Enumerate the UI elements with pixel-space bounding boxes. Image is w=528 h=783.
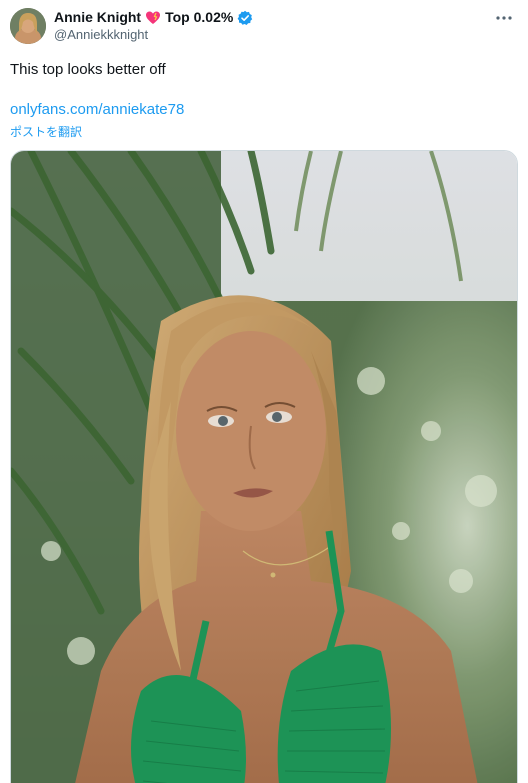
- author-name-row: Annie Knight Top 0.02%: [54, 9, 253, 25]
- tweet-text: This top looks better off: [10, 61, 166, 78]
- translate-post-link[interactable]: ポストを翻訳: [10, 124, 82, 140]
- heart-icon: [145, 10, 161, 26]
- photo-illustration: [11, 151, 517, 783]
- author-info: Annie Knight Top 0.02% @Anniekkknight: [54, 9, 253, 42]
- tweet-photo[interactable]: [10, 150, 518, 783]
- avatar[interactable]: [10, 8, 46, 44]
- author-name[interactable]: Annie Knight: [54, 9, 141, 25]
- author-badge-text: Top 0.02%: [165, 9, 234, 26]
- tweet-card: Annie Knight Top 0.02% @Anniekkknight Th…: [0, 0, 528, 783]
- verified-badge-icon: [237, 10, 253, 26]
- more-options-icon[interactable]: [490, 6, 518, 30]
- author-handle[interactable]: @Anniekkknight: [54, 27, 253, 43]
- tweet-link[interactable]: onlyfans.com/anniekate78: [10, 100, 184, 120]
- tweet-header: Annie Knight Top 0.02% @Anniekkknight: [10, 6, 518, 46]
